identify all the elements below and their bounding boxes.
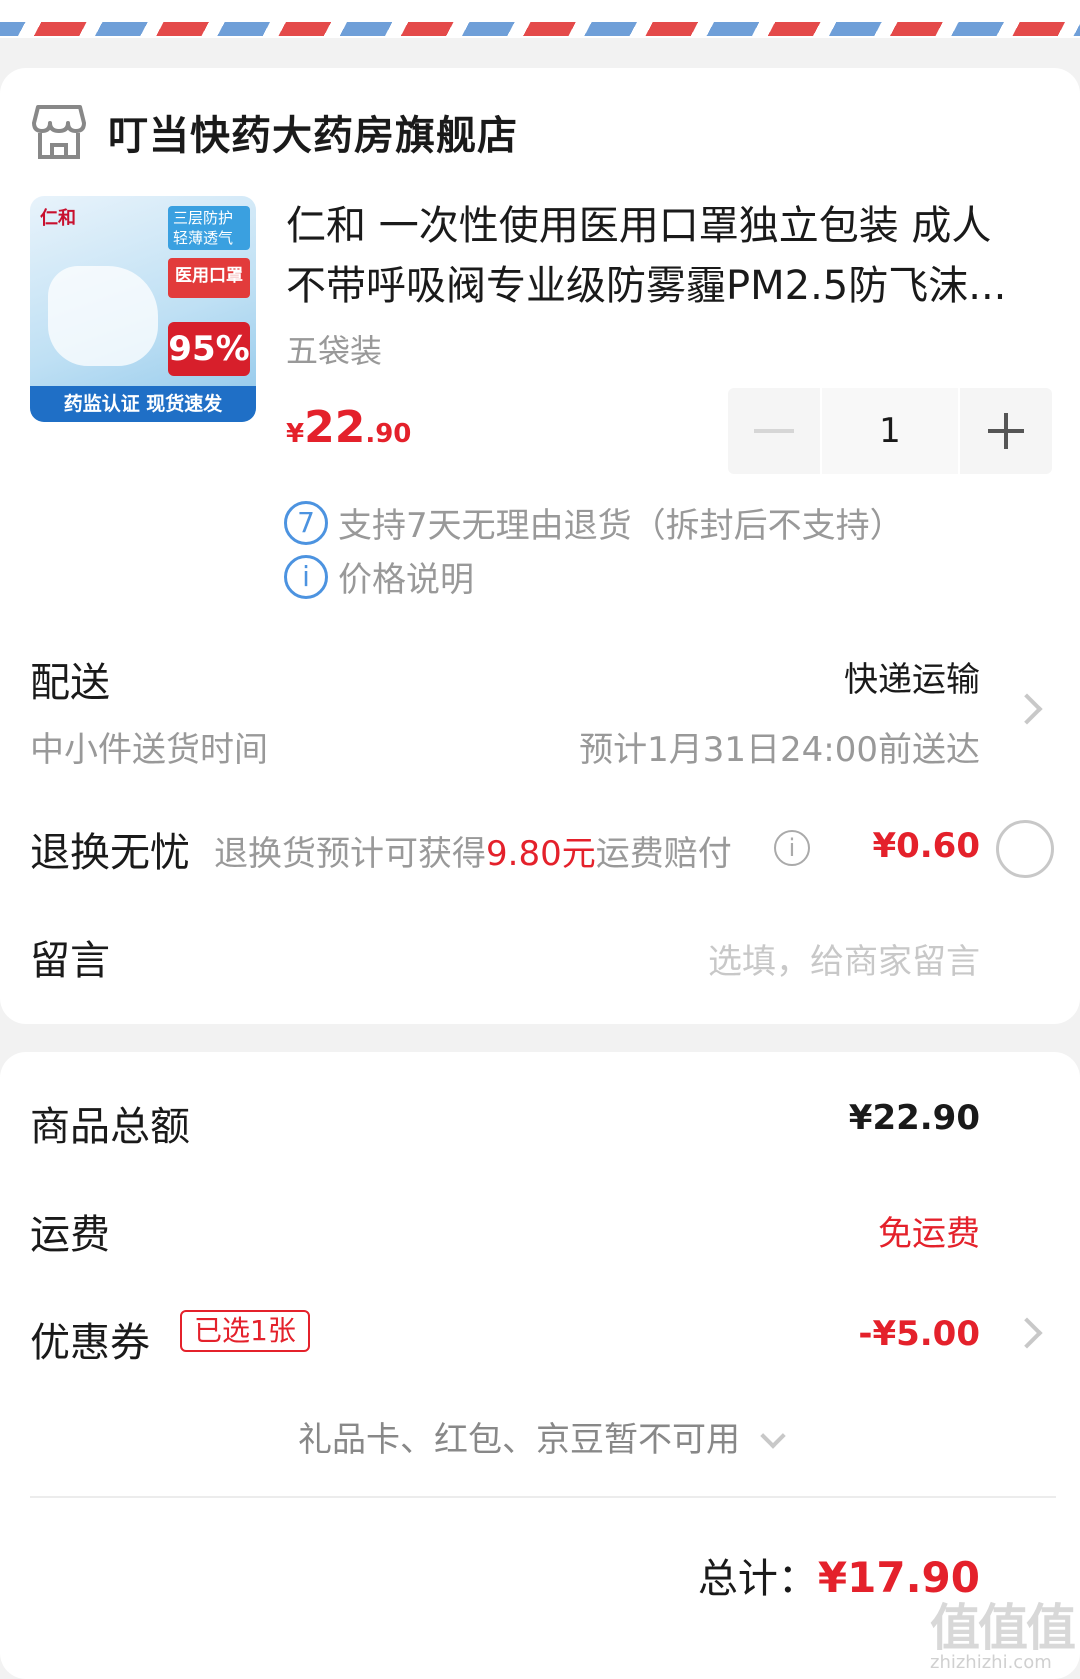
product-price: ¥22.90: [286, 402, 411, 453]
seven-day-icon: 7: [284, 500, 328, 545]
delivery-sub-label: 中小件送货时间: [30, 730, 268, 770]
service-return-text: 支持7天无理由退货（拆封后不支持）: [338, 506, 904, 546]
product-image-badge-95: 95%: [168, 322, 250, 376]
info-icon: i: [284, 554, 328, 599]
product-spec: 五袋装: [286, 332, 383, 370]
coupon-value[interactable]: -¥5.00: [858, 1314, 980, 1354]
product-image[interactable]: 仁和 三层防护 轻薄透气 医用口罩 95% 药监认证 现货速发: [30, 196, 256, 422]
shipping-label: 运费: [30, 1212, 110, 1258]
return-desc-prefix: 退换货预计可获得: [214, 834, 486, 874]
total-label: 总计：: [697, 1556, 818, 1602]
airmail-stripe: [0, 22, 1080, 36]
airmail-border: [0, 0, 1080, 38]
increase-button[interactable]: [960, 388, 1052, 474]
quantity-input[interactable]: 1: [822, 388, 958, 474]
product-image-footer: 药监认证 现货速发: [30, 386, 256, 422]
return-insurance-desc: 退换货预计可获得9.80元运费赔付: [214, 826, 732, 875]
return-desc-suffix: 运费赔付: [595, 834, 732, 874]
message-label: 留言: [30, 938, 110, 984]
shop-name: 叮当快药大药房旗舰店: [108, 113, 518, 159]
divider: [30, 1496, 1056, 1498]
delivery-label: 配送: [30, 660, 110, 706]
service-price-text: 价格说明: [338, 560, 474, 600]
plus-icon: [988, 413, 1024, 449]
mask-illustration: [48, 266, 158, 366]
chevron-down-icon: [760, 1423, 786, 1449]
return-insurance-price: ¥0.60: [872, 826, 980, 866]
minus-icon: [754, 429, 794, 433]
price-integer: 22: [304, 402, 366, 453]
price-decimal: .90: [365, 419, 412, 449]
return-info-icon[interactable]: i: [774, 830, 810, 866]
order-total: 总计：¥17.90: [698, 1546, 980, 1604]
coupon-label: 优惠券: [30, 1320, 150, 1366]
quantity-stepper: 1: [728, 388, 1052, 474]
service-return-policy[interactable]: 7 支持7天无理由退货（拆封后不支持）: [284, 498, 904, 547]
product-image-badge-protection: 三层防护 轻薄透气: [168, 206, 250, 250]
shipping-value: 免运费: [878, 1214, 980, 1254]
message-input[interactable]: 选填，给商家留言: [708, 934, 980, 983]
service-price-note[interactable]: i 价格说明: [284, 552, 474, 601]
watermark-url: zhizhizhi.com: [930, 1652, 1052, 1673]
goods-total-label: 商品总额: [30, 1104, 190, 1150]
coupon-selected-tag[interactable]: 已选1张: [180, 1310, 310, 1352]
return-insurance-label: 退换无忧: [30, 830, 190, 876]
product-image-badge-medical: 医用口罩: [168, 258, 250, 298]
return-insurance-checkbox[interactable]: [996, 820, 1054, 878]
decrease-button[interactable]: [728, 388, 820, 474]
goods-total-value: ¥22.90: [848, 1098, 980, 1138]
gift-card-text: 礼品卡、红包、京豆暂不可用: [298, 1420, 740, 1460]
product-title[interactable]: 仁和 一次性使用医用口罩独立包装 成人不带呼吸阀专业级防雾霾PM2.5防飞沫..…: [286, 196, 1026, 316]
shop-header[interactable]: 叮当快药大药房旗舰店: [32, 100, 518, 164]
store-icon: [32, 105, 86, 159]
gift-card-unavailable-row[interactable]: 礼品卡、红包、京豆暂不可用: [0, 1412, 1080, 1461]
price-currency: ¥: [286, 419, 305, 449]
delivery-method[interactable]: 快递运输: [844, 652, 980, 701]
product-image-brand: 仁和: [40, 208, 76, 229]
delivery-eta[interactable]: 预计1月31日24:00前送达: [579, 722, 980, 771]
return-desc-amount: 9.80元: [486, 834, 596, 874]
watermark-logo: 值值值: [930, 1599, 1076, 1657]
total-value: ¥17.90: [817, 1553, 980, 1602]
